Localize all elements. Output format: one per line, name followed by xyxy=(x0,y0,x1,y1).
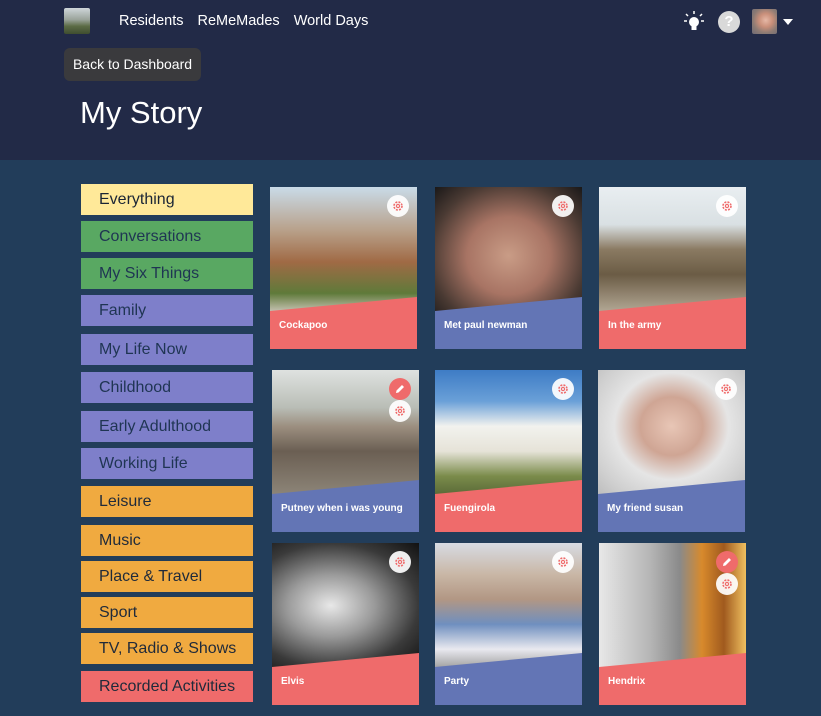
story-card-in-the-army[interactable]: In the army xyxy=(599,187,746,349)
pencil-icon[interactable] xyxy=(716,551,738,573)
category-recorded-activities[interactable]: Recorded Activities xyxy=(81,671,253,702)
category-childhood[interactable]: Childhood xyxy=(81,372,253,403)
help-icon[interactable]: ? xyxy=(718,11,740,33)
category-family[interactable]: Family xyxy=(81,295,253,326)
story-card-my-friend-susan[interactable]: My friend susan xyxy=(598,370,745,532)
gear-icon[interactable] xyxy=(389,551,411,573)
gear-icon[interactable] xyxy=(552,378,574,400)
gear-icon[interactable] xyxy=(716,195,738,217)
page-title: My Story xyxy=(80,95,203,130)
gear-icon[interactable] xyxy=(389,400,411,422)
story-title: Met paul newman xyxy=(444,320,528,331)
category-my-life-now[interactable]: My Life Now xyxy=(81,334,253,365)
gear-icon[interactable] xyxy=(387,195,409,217)
caret-down-icon[interactable] xyxy=(783,19,793,25)
story-card-cockapoo[interactable]: Cockapoo xyxy=(270,187,417,349)
story-card-party[interactable]: Party xyxy=(435,543,582,705)
pencil-icon[interactable] xyxy=(389,378,411,400)
category-my-six-things[interactable]: My Six Things xyxy=(81,258,253,289)
category-leisure[interactable]: Leisure xyxy=(81,486,253,517)
main-nav: Residents ReMeMades World Days xyxy=(119,13,368,29)
gear-icon[interactable] xyxy=(715,378,737,400)
avatar[interactable] xyxy=(752,9,777,34)
story-title: Elvis xyxy=(281,676,305,687)
nav-world-days[interactable]: World Days xyxy=(294,13,369,29)
lightbulb-icon[interactable] xyxy=(684,11,704,33)
logo-icon[interactable] xyxy=(64,8,90,34)
category-early-adulthood[interactable]: Early Adulthood xyxy=(81,411,253,442)
story-card-putney[interactable]: Putney when i was young xyxy=(272,370,419,532)
story-title: Fuengirola xyxy=(444,503,496,514)
nav-residents[interactable]: Residents xyxy=(119,13,183,29)
nav-rememades[interactable]: ReMeMades xyxy=(197,13,279,29)
story-card-met-paul-newman[interactable]: Met paul newman xyxy=(435,187,582,349)
category-music[interactable]: Music xyxy=(81,525,253,556)
story-title: In the army xyxy=(608,320,662,331)
category-everything[interactable]: Everything xyxy=(81,184,253,215)
story-title: My friend susan xyxy=(607,503,684,514)
category-conversations[interactable]: Conversations xyxy=(81,221,253,252)
story-title: Putney when i was young xyxy=(281,503,403,514)
category-tv-radio-shows[interactable]: TV, Radio & Shows xyxy=(81,633,253,664)
story-card-elvis[interactable]: Elvis xyxy=(272,543,419,705)
story-title: Party xyxy=(444,676,470,687)
story-title: Hendrix xyxy=(608,676,646,687)
gear-icon[interactable] xyxy=(552,195,574,217)
back-to-dashboard-button[interactable]: Back to Dashboard xyxy=(64,48,201,81)
story-card-fuengirola[interactable]: Fuengirola xyxy=(435,370,582,532)
gear-icon[interactable] xyxy=(716,573,738,595)
category-sport[interactable]: Sport xyxy=(81,597,253,628)
category-place-travel[interactable]: Place & Travel xyxy=(81,561,253,592)
story-title: Cockapoo xyxy=(279,320,328,331)
category-working-life[interactable]: Working Life xyxy=(81,448,253,479)
story-card-hendrix[interactable]: Hendrix xyxy=(599,543,746,705)
gear-icon[interactable] xyxy=(552,551,574,573)
